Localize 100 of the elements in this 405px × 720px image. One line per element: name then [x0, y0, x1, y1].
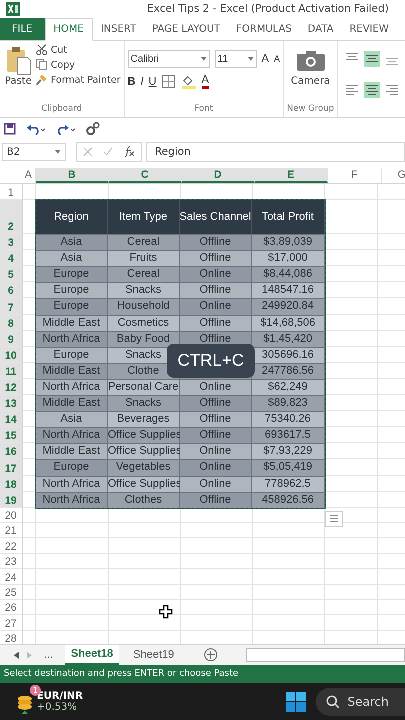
- table-cell: Fruits: [108, 251, 180, 266]
- check-icon[interactable]: [103, 147, 113, 157]
- bold-button[interactable]: B: [128, 76, 136, 88]
- previous-sheet-icon[interactable]: [14, 652, 19, 658]
- ribbon-tab[interactable]: DATA: [300, 18, 342, 40]
- sheet-tab[interactable]: Sheet18: [65, 645, 120, 665]
- row-number[interactable]: 17: [0, 459, 22, 476]
- search-button[interactable]: Search: [316, 688, 405, 716]
- table-cell: $17,000: [252, 251, 325, 266]
- function-icon[interactable]: [123, 146, 135, 158]
- table-cell: Office Supplies: [108, 444, 180, 460]
- name-box[interactable]: B2: [2, 143, 66, 161]
- table-cell: $3,89,039: [252, 235, 325, 250]
- gears-icon[interactable]: [86, 122, 100, 136]
- row-number[interactable]: 10: [0, 346, 22, 363]
- table-cell: 247786.56: [252, 364, 325, 379]
- row-number[interactable]: 3: [0, 234, 22, 250]
- cut-button[interactable]: Cut: [36, 44, 121, 56]
- ribbon-tab[interactable]: HOME: [44, 18, 93, 41]
- ribbon-tab[interactable]: REVIEW: [342, 18, 397, 40]
- table-cell: 249920.84: [252, 299, 325, 315]
- row-number[interactable]: 21: [0, 523, 22, 538]
- row-number[interactable]: 2: [0, 200, 22, 234]
- table-cell: Online: [180, 267, 252, 282]
- row-number[interactable]: 7: [0, 298, 22, 315]
- ribbon-tab[interactable]: INSERT: [92, 18, 144, 40]
- table-cell: Offline: [180, 428, 252, 444]
- row-number[interactable]: 24: [0, 569, 22, 585]
- sheet-tab[interactable]: ...: [40, 645, 58, 665]
- table-cell: $14,68,506: [252, 316, 325, 331]
- column-header[interactable]: F: [328, 168, 382, 183]
- row-number[interactable]: 4: [0, 250, 22, 266]
- row-number[interactable]: 6: [0, 282, 22, 298]
- align-middle-icon[interactable]: [364, 51, 380, 67]
- row-number[interactable]: 23: [0, 554, 22, 570]
- add-sheet-icon[interactable]: [204, 648, 218, 662]
- window-title: Excel Tips 2 - Excel (Product Activation Failed): [147, 3, 389, 15]
- row-number[interactable]: 26: [0, 600, 22, 616]
- paste-options-icon[interactable]: [325, 511, 343, 527]
- row-number[interactable]: 20: [0, 508, 22, 524]
- table-cell: 148547.16: [252, 283, 325, 298]
- row-number[interactable]: 8: [0, 314, 22, 331]
- format-painter-button[interactable]: Format Painter: [36, 74, 121, 86]
- group-label: Font: [194, 104, 214, 116]
- font-family-dropdown[interactable]: Calibri: [128, 50, 210, 68]
- group-label: New Group: [287, 104, 334, 116]
- table-cell: Offline: [180, 235, 252, 250]
- table-cell: Middle East: [36, 364, 108, 379]
- row-number[interactable]: 15: [0, 427, 22, 444]
- table-cell: $8,44,086: [252, 267, 325, 282]
- row-number[interactable]: 27: [0, 615, 22, 631]
- camera-button[interactable]: Camera: [291, 44, 330, 87]
- column-header[interactable]: C: [109, 168, 182, 183]
- undo-icon[interactable]: [26, 123, 46, 135]
- ribbon-tab[interactable]: FILE: [0, 18, 45, 40]
- row-number[interactable]: 18: [0, 476, 22, 492]
- grow-font-button[interactable]: A: [262, 53, 270, 65]
- copy-button[interactable]: Copy: [36, 59, 121, 71]
- row-number[interactable]: 14: [0, 411, 22, 428]
- status-bar: Select destination and press ENTER or choose Paste: [0, 665, 405, 683]
- save-icon[interactable]: [4, 123, 16, 135]
- ribbon-tab[interactable]: PAGE LAYOUT: [144, 18, 228, 40]
- row-number[interactable]: 5: [0, 266, 22, 282]
- table-cell: Snacks: [108, 396, 180, 412]
- sheet-tab[interactable]: Sheet19: [127, 645, 180, 665]
- row-number[interactable]: 12: [0, 378, 22, 396]
- windows-logo-icon[interactable]: [286, 692, 306, 712]
- table-cell: Cereal: [108, 235, 180, 250]
- font-size-dropdown[interactable]: 11: [214, 50, 257, 68]
- scissors-icon: [36, 44, 48, 56]
- shortcut-overlay: CTRL+C: [167, 344, 255, 378]
- row-number[interactable]: 9: [0, 330, 22, 347]
- header-cell: Total Profit: [252, 200, 325, 234]
- borders-icon[interactable]: [162, 74, 176, 88]
- row-number[interactable]: 11: [0, 362, 22, 379]
- column-header[interactable]: E: [255, 168, 328, 183]
- italic-button[interactable]: I: [140, 76, 144, 88]
- row-number[interactable]: 22: [0, 538, 22, 554]
- horizontal-scrollbar[interactable]: [246, 648, 405, 662]
- column-header[interactable]: D: [182, 168, 255, 183]
- shrink-font-button[interactable]: A: [274, 54, 280, 64]
- ribbon-tab[interactable]: FORMULAS: [228, 18, 300, 40]
- row-number[interactable]: 25: [0, 584, 22, 600]
- column-header[interactable]: B: [36, 168, 109, 183]
- underline-button[interactable]: U: [148, 76, 157, 88]
- table-cell: North Africa: [36, 476, 108, 492]
- font-color-button[interactable]: A: [202, 74, 210, 89]
- formula-field[interactable]: Region: [146, 142, 405, 162]
- table-cell: North Africa: [36, 380, 108, 396]
- row-number[interactable]: 13: [0, 395, 22, 412]
- fill-bucket-icon[interactable]: [180, 74, 197, 88]
- paste-button[interactable]: Paste: [3, 44, 34, 89]
- row-number[interactable]: 16: [0, 443, 22, 460]
- row-number[interactable]: 19: [0, 492, 22, 508]
- column-header[interactable]: G: [382, 168, 405, 183]
- table-cell: Household: [108, 299, 180, 315]
- align-center-icon[interactable]: [364, 82, 380, 98]
- table-cell: Middle East: [36, 444, 108, 460]
- redo-icon[interactable]: [56, 123, 76, 135]
- clipboard-icon: [6, 46, 32, 76]
